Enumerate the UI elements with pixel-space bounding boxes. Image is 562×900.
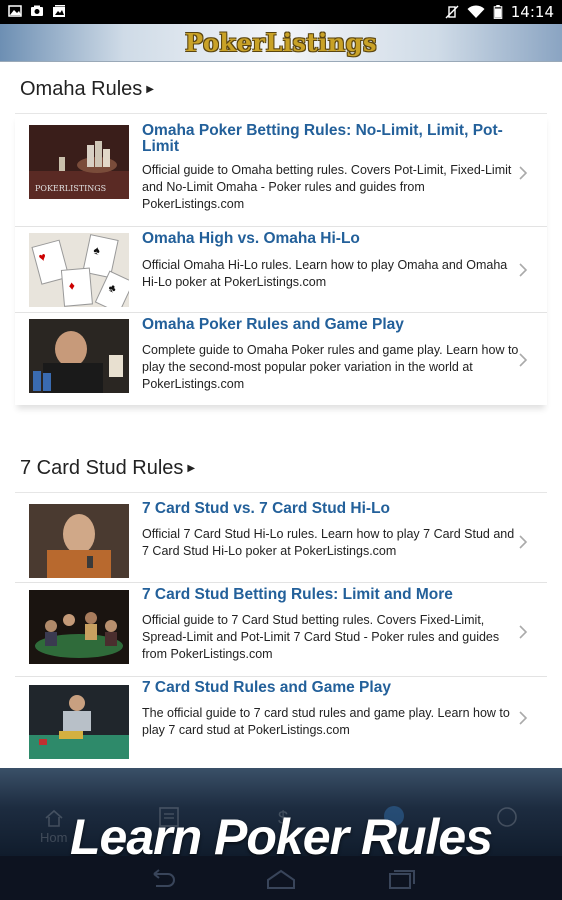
- thumbnail-image: POKERLISTINGS: [29, 125, 129, 199]
- item-title[interactable]: Omaha Poker Rules and Game Play: [142, 317, 512, 333]
- home-system-icon[interactable]: [264, 868, 298, 890]
- triangle-right-icon: ▶: [187, 463, 196, 475]
- thumbnail-image: [29, 590, 129, 664]
- clock: 14:14: [510, 3, 554, 21]
- wifi-icon: [467, 5, 485, 18]
- chevron-right-icon: [519, 535, 528, 549]
- section-card-7-card-stud: 7 Card Stud vs. 7 Card Stud Hi-Lo Offici…: [15, 492, 547, 769]
- vibrate-mute-icon: [445, 5, 459, 19]
- camera-notification-icon: [31, 5, 43, 16]
- chevron-right-icon: [519, 711, 528, 725]
- gallery-notification-icon: [53, 5, 65, 17]
- thumbnail-image: [29, 504, 129, 578]
- item-description: The official guide to 7 card stud rules …: [142, 706, 510, 737]
- thumbnail-image: ♥ ♠ ♦ ♣: [29, 233, 129, 307]
- list-item[interactable]: ♥ ♠ ♦ ♣ Omaha High vs. Omaha Hi-Lo Official…: [15, 227, 547, 313]
- back-icon[interactable]: [144, 868, 178, 890]
- system-nav-bar: [0, 856, 562, 900]
- thumbnail-image: [29, 319, 129, 393]
- item-description: Official Omaha Hi-Lo rules. Learn how to…: [142, 258, 508, 289]
- chevron-right-icon: [519, 625, 528, 639]
- section-heading-7-card-stud[interactable]: 7 Card Stud Rules ▶: [20, 457, 195, 480]
- app-logo: PokerListings: [185, 28, 377, 57]
- item-title[interactable]: Omaha High vs. Omaha Hi-Lo: [142, 231, 512, 247]
- image-notification-icon: [8, 5, 22, 17]
- item-title[interactable]: 7 Card Stud vs. 7 Card Stud Hi-Lo: [142, 501, 512, 517]
- list-item[interactable]: POKERLISTINGS Omaha Poker Betting Rules:…: [15, 114, 547, 227]
- svg-text:♦: ♦: [68, 278, 75, 292]
- item-title[interactable]: 7 Card Stud Rules and Game Play: [142, 680, 512, 696]
- chevron-right-icon: [519, 166, 528, 180]
- list-item[interactable]: 7 Card Stud Betting Rules: Limit and Mor…: [15, 583, 547, 677]
- battery-icon: [493, 5, 503, 19]
- chevron-right-icon: [519, 353, 528, 367]
- list-item[interactable]: 7 Card Stud vs. 7 Card Stud Hi-Lo Offici…: [15, 493, 547, 583]
- thumbnail-image: [29, 685, 129, 759]
- list-item[interactable]: 7 Card Stud Rules and Game Play The offi…: [15, 677, 547, 769]
- section-title: Omaha Rules: [20, 78, 143, 100]
- item-description: Official 7 Card Stud Hi-Lo rules. Learn …: [142, 527, 515, 558]
- item-description: Official guide to Omaha betting rules. C…: [142, 163, 512, 211]
- item-title[interactable]: Omaha Poker Betting Rules: No-Limit, Lim…: [142, 123, 512, 155]
- chevron-right-icon: [519, 263, 528, 277]
- item-title[interactable]: 7 Card Stud Betting Rules: Limit and Mor…: [142, 587, 512, 603]
- section-card-omaha: POKERLISTINGS Omaha Poker Betting Rules:…: [15, 113, 547, 405]
- section-heading-omaha[interactable]: Omaha Rules ▶: [20, 78, 154, 101]
- section-title: 7 Card Stud Rules: [20, 457, 184, 479]
- item-description: Official guide to 7 Card Stud betting ru…: [142, 613, 500, 661]
- app-header: PokerListings: [0, 24, 562, 62]
- thumb-caption: POKERLISTINGS: [35, 184, 106, 193]
- item-description: Complete guide to Omaha Poker rules and …: [142, 343, 519, 391]
- status-bar: 14:14: [0, 0, 562, 24]
- list-item[interactable]: Omaha Poker Rules and Game Play Complete…: [15, 313, 547, 406]
- recent-apps-icon[interactable]: [384, 868, 418, 890]
- triangle-right-icon: ▶: [146, 84, 154, 96]
